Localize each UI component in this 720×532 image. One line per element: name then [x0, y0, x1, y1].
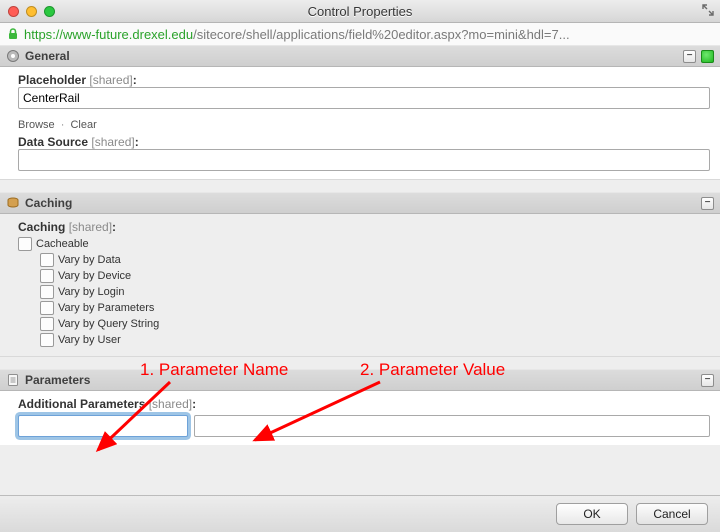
- browse-link[interactable]: Browse: [18, 119, 55, 131]
- link-separator: ·: [61, 119, 65, 131]
- section-general-header[interactable]: General −: [0, 45, 720, 67]
- status-indicator: [701, 50, 714, 63]
- collapse-toggle[interactable]: −: [683, 50, 696, 63]
- data-source-input[interactable]: [18, 149, 710, 171]
- section-caching-title: Caching: [25, 196, 72, 210]
- data-source-label: Data Source: [18, 135, 88, 149]
- window-titlebar: Control Properties: [0, 0, 720, 23]
- checkbox-vary-login-label: Vary by Login: [58, 284, 124, 300]
- checkbox-cacheable-label: Cacheable: [36, 236, 89, 252]
- url-scheme: https://: [24, 27, 63, 42]
- additional-parameters-label: Additional Parameters: [18, 397, 145, 411]
- checkbox-vary-device[interactable]: Vary by Device: [40, 268, 710, 284]
- url-host: www-future.drexel.edu: [63, 27, 193, 42]
- parameter-name-input[interactable]: [18, 415, 188, 437]
- checkbox-vary-user[interactable]: Vary by User: [40, 332, 710, 348]
- ok-button[interactable]: OK: [556, 503, 628, 525]
- section-parameters-title: Parameters: [25, 373, 90, 387]
- additional-parameters-shared: [shared]: [149, 397, 192, 411]
- clear-link[interactable]: Clear: [70, 119, 96, 131]
- placeholder-shared: [shared]: [89, 73, 132, 87]
- database-icon: [6, 196, 20, 210]
- caching-shared: [shared]: [69, 220, 112, 234]
- url-bar: https://www-future.drexel.edu/sitecore/s…: [0, 23, 720, 46]
- window-title: Control Properties: [0, 4, 720, 19]
- checkbox-vary-user-label: Vary by User: [58, 332, 121, 348]
- checkbox-vary-query-string-label: Vary by Query String: [58, 316, 159, 332]
- document-icon: [6, 373, 20, 387]
- popout-icon[interactable]: [702, 4, 714, 16]
- section-caching-header[interactable]: Caching −: [0, 192, 720, 214]
- collapse-toggle[interactable]: −: [701, 374, 714, 387]
- section-general-body: Placeholder [shared]: Browse · Clear Dat…: [0, 67, 720, 180]
- section-parameters-header[interactable]: Parameters −: [0, 369, 720, 391]
- collapse-toggle[interactable]: −: [701, 197, 714, 210]
- section-caching-body: Caching [shared]: Cacheable Vary by Data…: [0, 214, 720, 357]
- checkbox-vary-data-label: Vary by Data: [58, 252, 121, 268]
- dialog-content: General − Placeholder [shared]: Browse ·…: [0, 45, 720, 496]
- checkbox-vary-data[interactable]: Vary by Data: [40, 252, 710, 268]
- checkbox-vary-parameters[interactable]: Vary by Parameters: [40, 300, 710, 316]
- parameter-value-input[interactable]: [194, 415, 710, 437]
- checkbox-vary-device-label: Vary by Device: [58, 268, 131, 284]
- gear-icon: [6, 49, 20, 63]
- data-source-shared: [shared]: [91, 135, 134, 149]
- checkbox-vary-login[interactable]: Vary by Login: [40, 284, 710, 300]
- dialog-footer: OK Cancel: [0, 495, 720, 532]
- section-general-title: General: [25, 49, 70, 63]
- url-path: /sitecore/shell/applications/field%20edi…: [193, 27, 570, 42]
- checkbox-vary-query-string[interactable]: Vary by Query String: [40, 316, 710, 332]
- checkbox-cacheable[interactable]: Cacheable: [18, 236, 710, 252]
- section-parameters-body: Additional Parameters [shared]:: [0, 391, 720, 445]
- caching-label: Caching: [18, 220, 65, 234]
- lock-icon: [6, 27, 20, 41]
- checkbox-vary-parameters-label: Vary by Parameters: [58, 300, 154, 316]
- cancel-button[interactable]: Cancel: [636, 503, 708, 525]
- placeholder-input[interactable]: [18, 87, 710, 109]
- placeholder-label: Placeholder: [18, 73, 86, 87]
